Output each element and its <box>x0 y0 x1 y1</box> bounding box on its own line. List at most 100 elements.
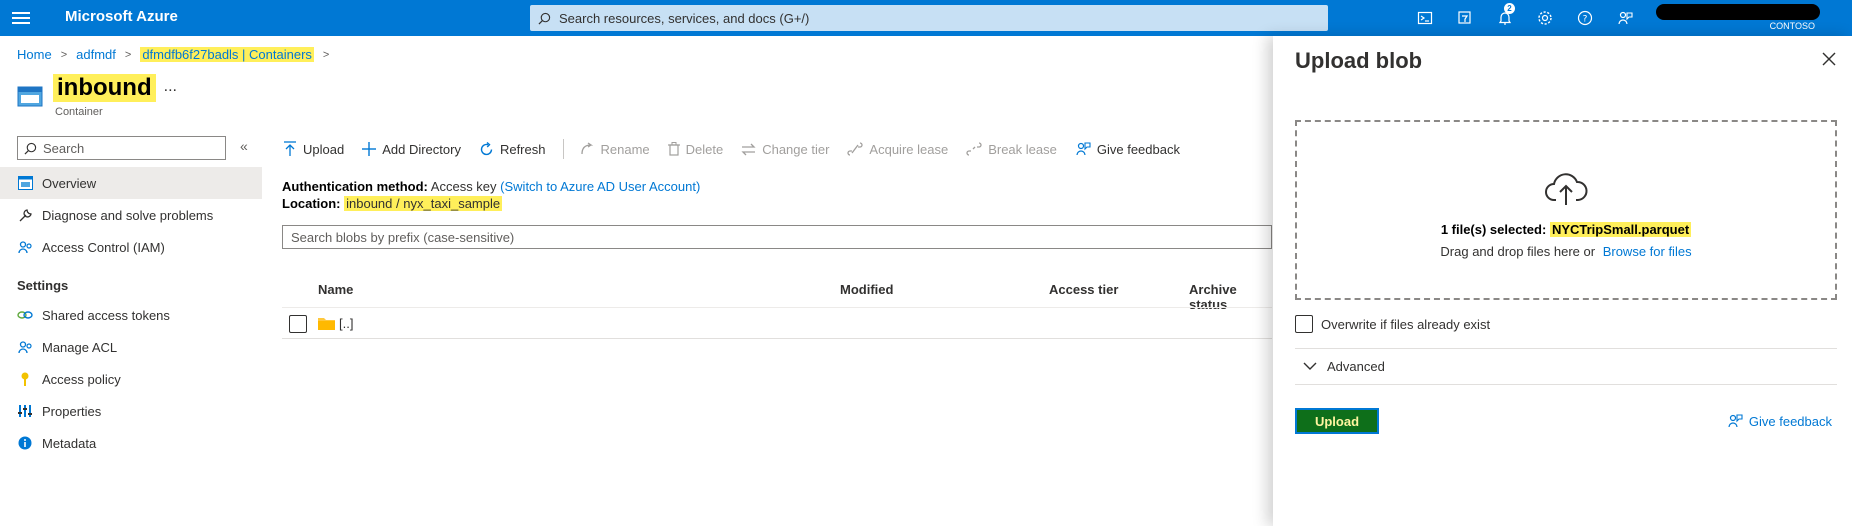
sidebar-item-diagnose[interactable]: Diagnose and solve problems <box>0 199 262 231</box>
feedback-icon <box>1728 414 1743 428</box>
column-name[interactable]: Name <box>318 282 353 297</box>
give-feedback-button[interactable]: Give feedback <box>1075 141 1180 157</box>
upload-blob-panel: Upload blob 1 file(s) selected: NYCTripS… <box>1273 36 1852 526</box>
sidebar-section-settings: Settings <box>17 278 69 293</box>
refresh-icon <box>480 141 493 155</box>
trash-icon <box>667 142 680 156</box>
container-icon <box>17 86 43 107</box>
sidebar-item-label: Access policy <box>42 371 121 387</box>
row-name[interactable]: [..] <box>339 316 353 331</box>
feedback-icon[interactable] <box>1605 0 1645 36</box>
table-header: Name Modified Access tier Archive status <box>282 278 1272 312</box>
sidebar-item-label: Properties <box>42 403 102 419</box>
add-directory-button[interactable]: Add Directory <box>362 142 461 157</box>
menu-icon[interactable] <box>12 9 30 27</box>
upload-submit-button[interactable]: Upload <box>1295 408 1379 434</box>
breadcrumb: Home > adfmdf > dfmdfb6f27badls | Contai… <box>17 47 338 62</box>
breadcrumb-resource[interactable]: adfmdf <box>76 47 116 62</box>
plus-icon <box>362 142 377 156</box>
location-folder: nyx_taxi_sample <box>403 196 501 211</box>
sidebar-search-input[interactable]: Search <box>17 136 226 160</box>
divider <box>1295 384 1837 385</box>
column-access-tier[interactable]: Access tier <box>1049 282 1118 297</box>
add-directory-label: Add Directory <box>382 141 461 157</box>
close-icon[interactable] <box>1822 52 1836 66</box>
feedback-icon <box>1076 142 1091 156</box>
tenant-name: CONTOSO <box>1769 21 1815 31</box>
properties-icon <box>17 403 33 419</box>
breadcrumb-containers[interactable]: dfmdfb6f27badls | Containers <box>140 47 314 62</box>
upload-button[interactable]: Upload <box>283 141 344 157</box>
column-modified[interactable]: Modified <box>840 282 893 297</box>
overwrite-option[interactable]: Overwrite if files already exist <box>1295 315 1490 333</box>
rename-icon <box>581 142 594 155</box>
bell-icon[interactable]: 2 <box>1485 0 1525 36</box>
cloud-upload-icon <box>1545 173 1588 205</box>
sidebar-item-overview[interactable]: Overview <box>0 167 262 199</box>
break-lease-label: Break lease <box>988 141 1057 157</box>
blob-search-input[interactable]: Search blobs by prefix (case-sensitive) <box>282 225 1272 249</box>
panel-feedback-link[interactable]: Give feedback <box>1727 413 1832 429</box>
change-tier-button[interactable]: Change tier <box>741 142 829 157</box>
sidebar-item-label: Diagnose and solve problems <box>42 207 214 223</box>
sidebar-item-manage-acl[interactable]: Manage ACL <box>0 331 262 363</box>
link-icon <box>17 307 33 323</box>
sidebar-search-placeholder: Search <box>43 140 85 156</box>
sidebar-item-shared-access-tokens[interactable]: Shared access tokens <box>0 299 262 331</box>
switch-auth-link[interactable]: (Switch to Azure AD User Account) <box>500 179 700 194</box>
sidebar-item-access-policy[interactable]: Access policy <box>0 363 262 395</box>
or-text: or <box>1583 244 1596 259</box>
rename-button[interactable]: Rename <box>580 142 650 157</box>
delete-label: Delete <box>685 141 724 157</box>
file-dropzone[interactable]: 1 file(s) selected: NYCTripSmall.parquet… <box>1295 120 1837 300</box>
help-icon[interactable]: ? <box>1565 0 1605 36</box>
upload-label: Upload <box>303 141 345 157</box>
blob-search-placeholder: Search blobs by prefix (case-sensitive) <box>291 229 515 245</box>
chevron-down-icon <box>1303 362 1317 370</box>
sidebar-item-label: Metadata <box>42 435 97 451</box>
account-name-redacted[interactable] <box>1656 4 1820 20</box>
advanced-label: Advanced <box>1327 359 1385 374</box>
page-subtitle: Container <box>55 106 103 118</box>
collapse-sidebar-icon[interactable]: « <box>240 138 248 154</box>
location-container-link[interactable]: inbound <box>346 196 392 211</box>
link-icon <box>847 142 864 156</box>
upload-icon <box>284 141 296 156</box>
brand-title[interactable]: Microsoft Azure <box>65 8 178 25</box>
directory-filter-icon[interactable] <box>1445 0 1485 36</box>
give-feedback-label: Give feedback <box>1096 141 1180 157</box>
global-search-placeholder: Search resources, services, and docs (G+… <box>559 10 810 26</box>
overwrite-checkbox[interactable] <box>1295 315 1313 333</box>
advanced-toggle[interactable]: Advanced <box>1303 359 1385 374</box>
delete-button[interactable]: Delete <box>667 141 724 157</box>
svg-text:?: ? <box>1583 15 1588 25</box>
sidebar-item-iam[interactable]: Access Control (IAM) <box>0 231 262 263</box>
acquire-lease-button[interactable]: Acquire lease <box>847 142 948 157</box>
refresh-button[interactable]: Refresh <box>479 141 546 157</box>
refresh-label: Refresh <box>499 141 546 157</box>
drag-drop-text: Drag and drop files here <box>1440 244 1580 259</box>
chevron-right-icon: > <box>322 48 330 61</box>
more-actions-button[interactable]: ... <box>164 78 177 96</box>
top-bar: Microsoft Azure Search resources, servic… <box>0 0 1852 36</box>
breadcrumb-home[interactable]: Home <box>17 47 52 62</box>
cloud-shell-icon[interactable] <box>1405 0 1445 36</box>
location-separator: / <box>396 196 400 211</box>
folder-icon <box>318 318 335 330</box>
row-checkbox[interactable] <box>289 315 307 333</box>
break-lease-button[interactable]: Break lease <box>966 142 1057 157</box>
overview-icon <box>17 175 33 191</box>
unlink-icon <box>966 142 982 156</box>
overwrite-label: Overwrite if files already exist <box>1321 316 1491 332</box>
sidebar-item-label: Manage ACL <box>42 339 118 355</box>
key-icon <box>17 371 33 387</box>
sidebar-item-properties[interactable]: Properties <box>0 395 262 427</box>
browse-files-link[interactable]: Browse for files <box>1603 244 1692 259</box>
global-search-input[interactable]: Search resources, services, and docs (G+… <box>530 5 1328 31</box>
table-row[interactable]: [..] <box>282 307 1272 339</box>
gear-icon[interactable] <box>1525 0 1565 36</box>
search-icon <box>24 142 37 154</box>
toolbar: Upload Add Directory Refresh Rename Dele… <box>283 137 1198 161</box>
acquire-lease-label: Acquire lease <box>869 141 949 157</box>
sidebar-item-metadata[interactable]: Metadata <box>0 427 262 459</box>
